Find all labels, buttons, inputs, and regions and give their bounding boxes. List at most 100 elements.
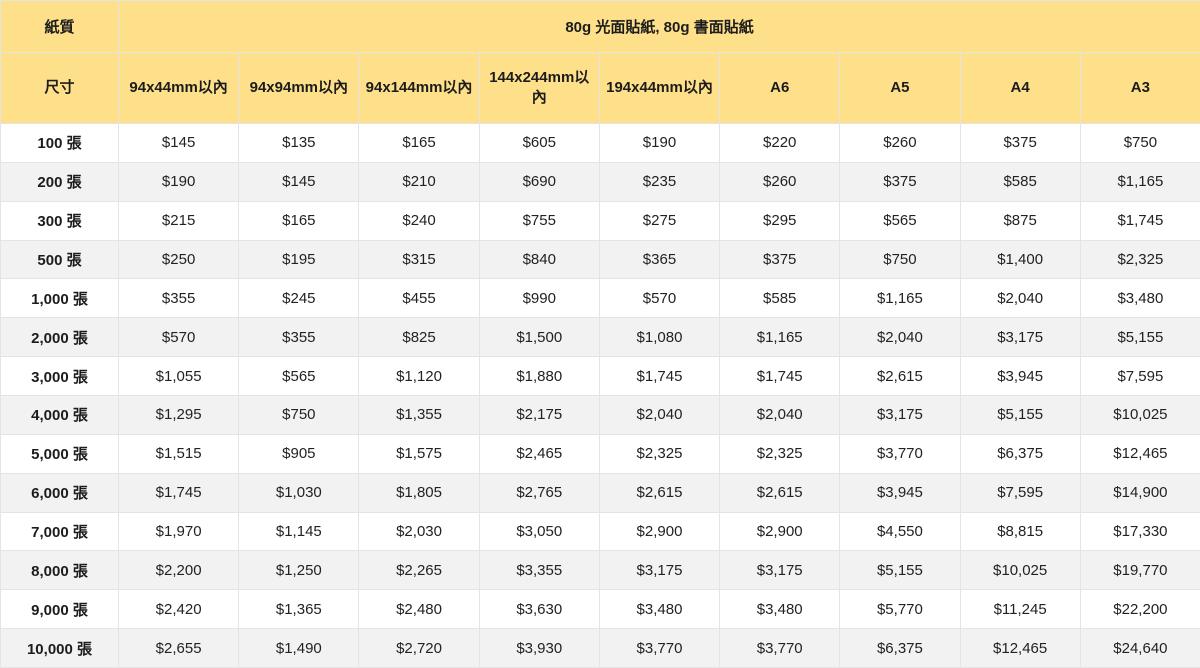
price-cell: $250: [119, 240, 239, 279]
price-cell: $1,745: [599, 357, 719, 396]
table-row: 7,000 張$1,970$1,145$2,030$3,050$2,900$2,…: [1, 512, 1200, 551]
price-cell: $2,615: [599, 473, 719, 512]
price-cell: $3,480: [1080, 279, 1200, 318]
price-cell: $12,465: [960, 629, 1080, 668]
price-cell: $355: [239, 318, 359, 357]
price-cell: $315: [359, 240, 479, 279]
table-row: 300 張$215$165$240$755$275$295$565$875$1,…: [1, 201, 1200, 240]
sticker-price-table: 紙質 80g 光面貼紙, 80g 書面貼紙 尺寸 94x44mm以內94x94m…: [0, 0, 1200, 668]
price-cell: $875: [960, 201, 1080, 240]
size-header: 94x144mm以內: [359, 53, 479, 124]
price-cell: $905: [239, 434, 359, 473]
table-row: 3,000 張$1,055$565$1,120$1,880$1,745$1,74…: [1, 357, 1200, 396]
table-row: 200 張$190$145$210$690$235$260$375$585$1,…: [1, 162, 1200, 201]
table-row: 10,000 張$2,655$1,490$2,720$3,930$3,770$3…: [1, 629, 1200, 668]
price-cell: $240: [359, 201, 479, 240]
size-header: A6: [720, 53, 840, 124]
price-cell: $755: [479, 201, 599, 240]
price-cell: $690: [479, 162, 599, 201]
price-cell: $585: [720, 279, 840, 318]
table-row: 100 張$145$135$165$605$190$220$260$375$75…: [1, 124, 1200, 163]
quantity-cell: 500 張: [1, 240, 119, 279]
price-cell: $7,595: [960, 473, 1080, 512]
price-cell: $565: [239, 357, 359, 396]
table-row: 500 張$250$195$315$840$365$375$750$1,400$…: [1, 240, 1200, 279]
price-cell: $1,145: [239, 512, 359, 551]
price-cell: $12,465: [1080, 434, 1200, 473]
price-cell: $3,175: [840, 396, 960, 435]
price-cell: $4,550: [840, 512, 960, 551]
price-cell: $2,175: [479, 396, 599, 435]
price-cell: $5,155: [960, 396, 1080, 435]
size-header: 94x44mm以內: [119, 53, 239, 124]
size-header: A3: [1080, 53, 1200, 124]
price-cell: $2,615: [840, 357, 960, 396]
price-cell: $145: [119, 124, 239, 163]
price-cell: $3,050: [479, 512, 599, 551]
price-cell: $5,770: [840, 590, 960, 629]
price-cell: $2,325: [720, 434, 840, 473]
paper-value: 80g 光面貼紙, 80g 書面貼紙: [119, 1, 1200, 53]
price-cell: $2,465: [479, 434, 599, 473]
price-cell: $2,900: [720, 512, 840, 551]
price-cell: $1,080: [599, 318, 719, 357]
price-cell: $1,745: [119, 473, 239, 512]
price-cell: $2,615: [720, 473, 840, 512]
price-cell: $6,375: [840, 629, 960, 668]
price-cell: $135: [239, 124, 359, 163]
price-cell: $455: [359, 279, 479, 318]
price-cell: $210: [359, 162, 479, 201]
size-header: A5: [840, 53, 960, 124]
price-cell: $3,355: [479, 551, 599, 590]
price-cell: $1,575: [359, 434, 479, 473]
price-cell: $260: [720, 162, 840, 201]
table-row: 4,000 張$1,295$750$1,355$2,175$2,040$2,04…: [1, 396, 1200, 435]
price-cell: $5,155: [1080, 318, 1200, 357]
price-cell: $3,770: [840, 434, 960, 473]
table-header: 紙質 80g 光面貼紙, 80g 書面貼紙 尺寸 94x44mm以內94x94m…: [1, 1, 1200, 124]
price-cell: $3,175: [960, 318, 1080, 357]
price-cell: $17,330: [1080, 512, 1200, 551]
price-cell: $1,165: [1080, 162, 1200, 201]
price-cell: $1,030: [239, 473, 359, 512]
price-cell: $1,970: [119, 512, 239, 551]
price-cell: $1,165: [840, 279, 960, 318]
price-cell: $165: [359, 124, 479, 163]
table-row: 2,000 張$570$355$825$1,500$1,080$1,165$2,…: [1, 318, 1200, 357]
price-cell: $2,900: [599, 512, 719, 551]
quantity-cell: 2,000 張: [1, 318, 119, 357]
size-row: 尺寸 94x44mm以內94x94mm以內94x144mm以內144x244mm…: [1, 53, 1200, 124]
quantity-cell: 200 張: [1, 162, 119, 201]
price-cell: $2,040: [720, 396, 840, 435]
table-row: 8,000 張$2,200$1,250$2,265$3,355$3,175$3,…: [1, 551, 1200, 590]
quantity-cell: 1,000 張: [1, 279, 119, 318]
table-row: 6,000 張$1,745$1,030$1,805$2,765$2,615$2,…: [1, 473, 1200, 512]
price-cell: $3,945: [840, 473, 960, 512]
price-body: 100 張$145$135$165$605$190$220$260$375$75…: [1, 124, 1200, 668]
table-row: 5,000 張$1,515$905$1,575$2,465$2,325$2,32…: [1, 434, 1200, 473]
quantity-cell: 3,000 張: [1, 357, 119, 396]
price-cell: $5,155: [840, 551, 960, 590]
price-cell: $8,815: [960, 512, 1080, 551]
price-cell: $190: [119, 162, 239, 201]
price-cell: $825: [359, 318, 479, 357]
price-cell: $1,295: [119, 396, 239, 435]
price-cell: $3,175: [599, 551, 719, 590]
quantity-cell: 10,000 張: [1, 629, 119, 668]
price-cell: $2,765: [479, 473, 599, 512]
quantity-cell: 7,000 張: [1, 512, 119, 551]
price-cell: $355: [119, 279, 239, 318]
size-header: A4: [960, 53, 1080, 124]
price-cell: $2,040: [960, 279, 1080, 318]
price-cell: $195: [239, 240, 359, 279]
price-cell: $2,040: [840, 318, 960, 357]
price-cell: $10,025: [1080, 396, 1200, 435]
price-cell: $235: [599, 162, 719, 201]
size-header: 194x44mm以內: [599, 53, 719, 124]
price-cell: $750: [840, 240, 960, 279]
price-cell: $1,055: [119, 357, 239, 396]
quantity-cell: 100 張: [1, 124, 119, 163]
size-label: 尺寸: [1, 53, 119, 124]
price-cell: $2,200: [119, 551, 239, 590]
price-cell: $3,480: [599, 590, 719, 629]
